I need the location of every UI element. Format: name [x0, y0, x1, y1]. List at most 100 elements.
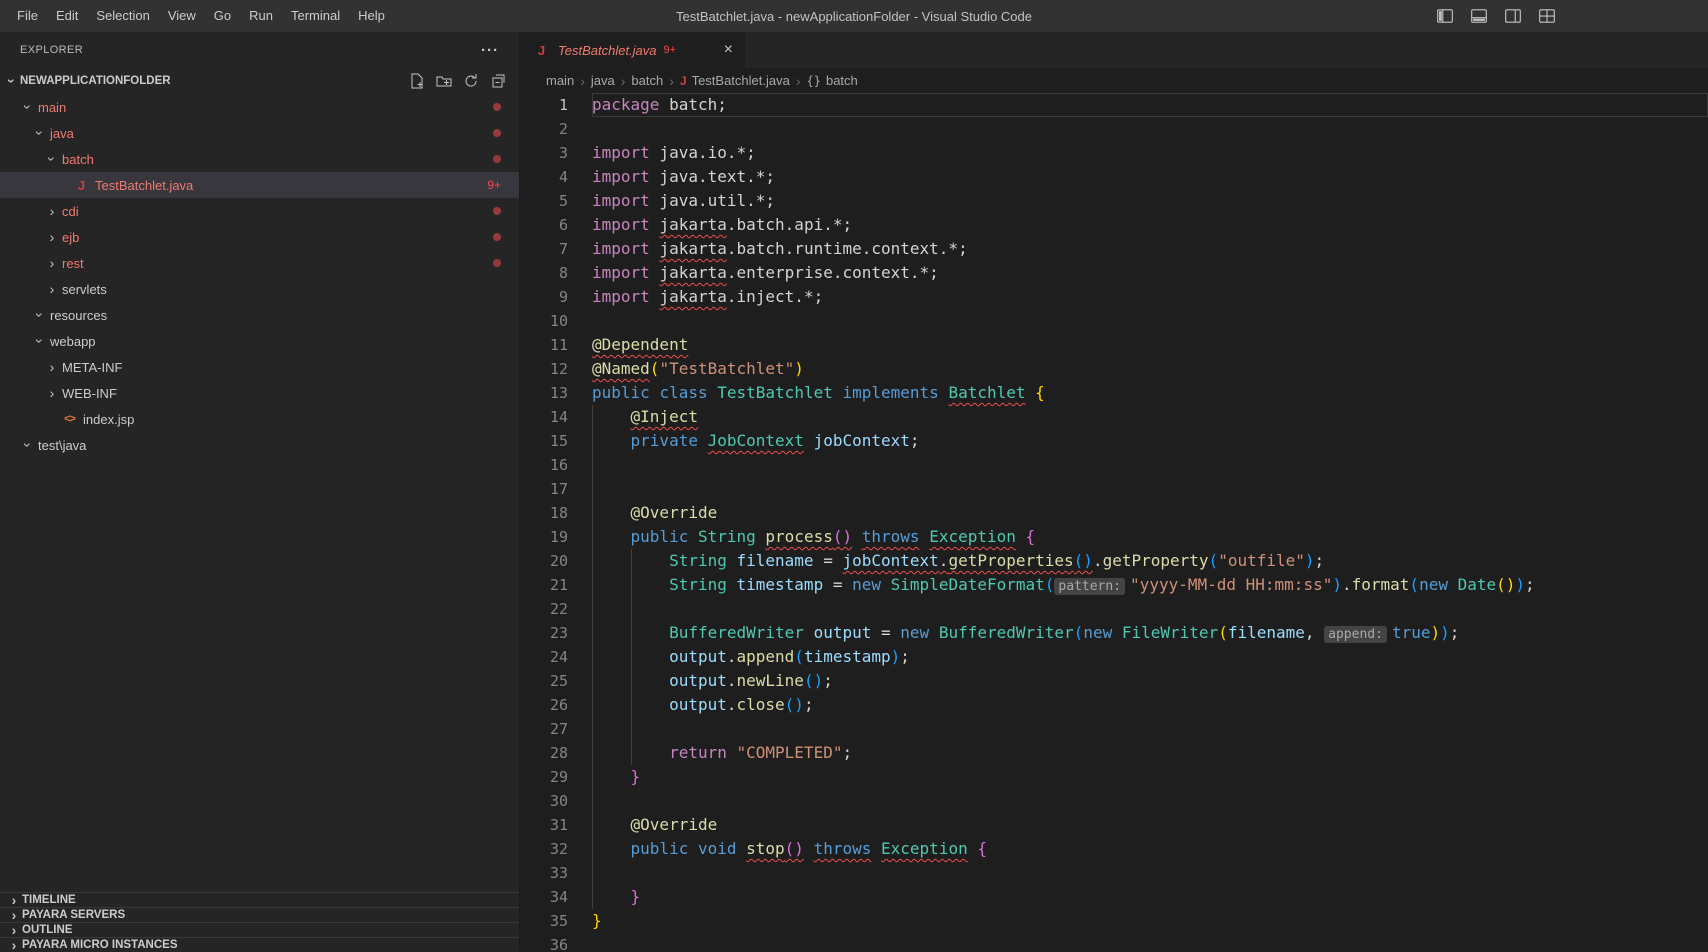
line-number[interactable]: 36 [520, 933, 592, 952]
tab-testbatchlet[interactable]: J TestBatchlet.java 9+ × [520, 32, 745, 68]
folder-section-header[interactable]: › NEWAPPLICATIONFOLDER [0, 68, 519, 94]
breadcrumb-item-main[interactable]: main [546, 73, 574, 88]
line-number[interactable]: 26 [520, 693, 592, 717]
code-line-27[interactable]: 27 [520, 717, 1708, 741]
menu-file[interactable]: File [8, 0, 47, 32]
tree-item-testbatchlet-java[interactable]: JTestBatchlet.java9+ [0, 172, 519, 198]
line-number[interactable]: 32 [520, 837, 592, 861]
code-line-31[interactable]: 31 @Override [520, 813, 1708, 837]
tree-item-main[interactable]: ›main [0, 94, 519, 120]
line-number[interactable]: 11 [520, 333, 592, 357]
tree-item-batch[interactable]: ›batch [0, 146, 519, 172]
line-number[interactable]: 16 [520, 453, 592, 477]
line-number[interactable]: 21 [520, 573, 592, 597]
code-line-2[interactable]: 2 [520, 117, 1708, 141]
code-line-29[interactable]: 29 } [520, 765, 1708, 789]
more-actions-icon[interactable]: ··· [481, 42, 499, 59]
line-number[interactable]: 1 [520, 93, 592, 117]
chevron-down-icon[interactable]: › [45, 151, 59, 167]
line-number[interactable]: 8 [520, 261, 592, 285]
section-outline[interactable]: ›OUTLINE [0, 922, 519, 937]
line-number[interactable]: 28 [520, 741, 592, 765]
code-line-36[interactable]: 36 [520, 933, 1708, 952]
section-payara-micro-instances[interactable]: ›PAYARA MICRO INSTANCES [0, 937, 519, 952]
line-number[interactable]: 5 [520, 189, 592, 213]
code-line-24[interactable]: 24 output.append(timestamp); [520, 645, 1708, 669]
line-number[interactable]: 35 [520, 909, 592, 933]
code-line-10[interactable]: 10 [520, 309, 1708, 333]
code-line-9[interactable]: 9import jakarta.inject.*; [520, 285, 1708, 309]
line-number[interactable]: 10 [520, 309, 592, 333]
code-line-3[interactable]: 3import java.io.*; [520, 141, 1708, 165]
code-line-16[interactable]: 16 [520, 453, 1708, 477]
line-number[interactable]: 15 [520, 429, 592, 453]
line-number[interactable]: 19 [520, 525, 592, 549]
line-number[interactable]: 20 [520, 549, 592, 573]
tree-item-resources[interactable]: ›resources [0, 302, 519, 328]
line-number[interactable]: 2 [520, 117, 592, 141]
line-number[interactable]: 17 [520, 477, 592, 501]
chevron-down-icon[interactable]: › [21, 437, 35, 453]
tree-item-rest[interactable]: ›rest [0, 250, 519, 276]
code-line-15[interactable]: 15 private JobContext jobContext; [520, 429, 1708, 453]
chevron-right-icon[interactable]: › [6, 923, 22, 937]
code-line-4[interactable]: 4import java.text.*; [520, 165, 1708, 189]
toggle-primary-sidebar-icon[interactable] [1432, 4, 1458, 28]
tree-item-index-jsp[interactable]: <>index.jsp [0, 406, 519, 432]
line-number[interactable]: 33 [520, 861, 592, 885]
line-number[interactable]: 12 [520, 357, 592, 381]
line-number[interactable]: 23 [520, 621, 592, 645]
chevron-right-icon[interactable]: › [44, 386, 60, 400]
code-line-32[interactable]: 32 public void stop() throws Exception { [520, 837, 1708, 861]
chevron-right-icon[interactable]: › [44, 256, 60, 270]
line-number[interactable]: 27 [520, 717, 592, 741]
chevron-right-icon[interactable]: › [44, 360, 60, 374]
breadcrumb-item-batch[interactable]: batch [631, 73, 663, 88]
collapse-all-icon[interactable] [489, 72, 507, 90]
tree-item-web-inf[interactable]: ›WEB-INF [0, 380, 519, 406]
code-line-25[interactable]: 25 output.newLine(); [520, 669, 1708, 693]
code-line-1[interactable]: 1package batch; [520, 93, 1708, 117]
chevron-right-icon[interactable]: › [6, 893, 22, 907]
breadcrumb-item-testbatchlet-java[interactable]: TestBatchlet.java [692, 73, 790, 88]
chevron-down-icon[interactable]: › [33, 125, 47, 141]
menu-help[interactable]: Help [349, 0, 394, 32]
new-folder-icon[interactable] [435, 72, 453, 90]
menu-view[interactable]: View [159, 0, 205, 32]
line-number[interactable]: 7 [520, 237, 592, 261]
menu-run[interactable]: Run [240, 0, 282, 32]
line-number[interactable]: 18 [520, 501, 592, 525]
line-number[interactable]: 25 [520, 669, 592, 693]
chevron-down-icon[interactable]: › [5, 73, 19, 89]
code-line-30[interactable]: 30 [520, 789, 1708, 813]
line-number[interactable]: 29 [520, 765, 592, 789]
section-payara-servers[interactable]: ›PAYARA SERVERS [0, 907, 519, 922]
breadcrumb-item-java[interactable]: java [591, 73, 615, 88]
tree-item-java[interactable]: ›java [0, 120, 519, 146]
code-line-6[interactable]: 6import jakarta.batch.api.*; [520, 213, 1708, 237]
code-line-17[interactable]: 17 [520, 477, 1708, 501]
menu-go[interactable]: Go [205, 0, 240, 32]
tree-item-ejb[interactable]: ›ejb [0, 224, 519, 250]
code-line-12[interactable]: 12@Named("TestBatchlet") [520, 357, 1708, 381]
line-number[interactable]: 34 [520, 885, 592, 909]
line-number[interactable]: 4 [520, 165, 592, 189]
menu-terminal[interactable]: Terminal [282, 0, 349, 32]
code-line-19[interactable]: 19 public String process() throws Except… [520, 525, 1708, 549]
code-line-13[interactable]: 13public class TestBatchlet implements B… [520, 381, 1708, 405]
chevron-down-icon[interactable]: › [33, 333, 47, 349]
tree-item-webapp[interactable]: ›webapp [0, 328, 519, 354]
chevron-right-icon[interactable]: › [44, 230, 60, 244]
tree-item-test-java[interactable]: ›test\java [0, 432, 519, 458]
toggle-secondary-sidebar-icon[interactable] [1500, 4, 1526, 28]
line-number[interactable]: 6 [520, 213, 592, 237]
customize-layout-icon[interactable] [1534, 4, 1560, 28]
code-line-34[interactable]: 34 } [520, 885, 1708, 909]
new-file-icon[interactable] [408, 72, 426, 90]
code-line-33[interactable]: 33 [520, 861, 1708, 885]
line-number[interactable]: 3 [520, 141, 592, 165]
menu-edit[interactable]: Edit [47, 0, 87, 32]
toggle-panel-icon[interactable] [1466, 4, 1492, 28]
menu-selection[interactable]: Selection [87, 0, 158, 32]
code-line-28[interactable]: 28 return "COMPLETED"; [520, 741, 1708, 765]
